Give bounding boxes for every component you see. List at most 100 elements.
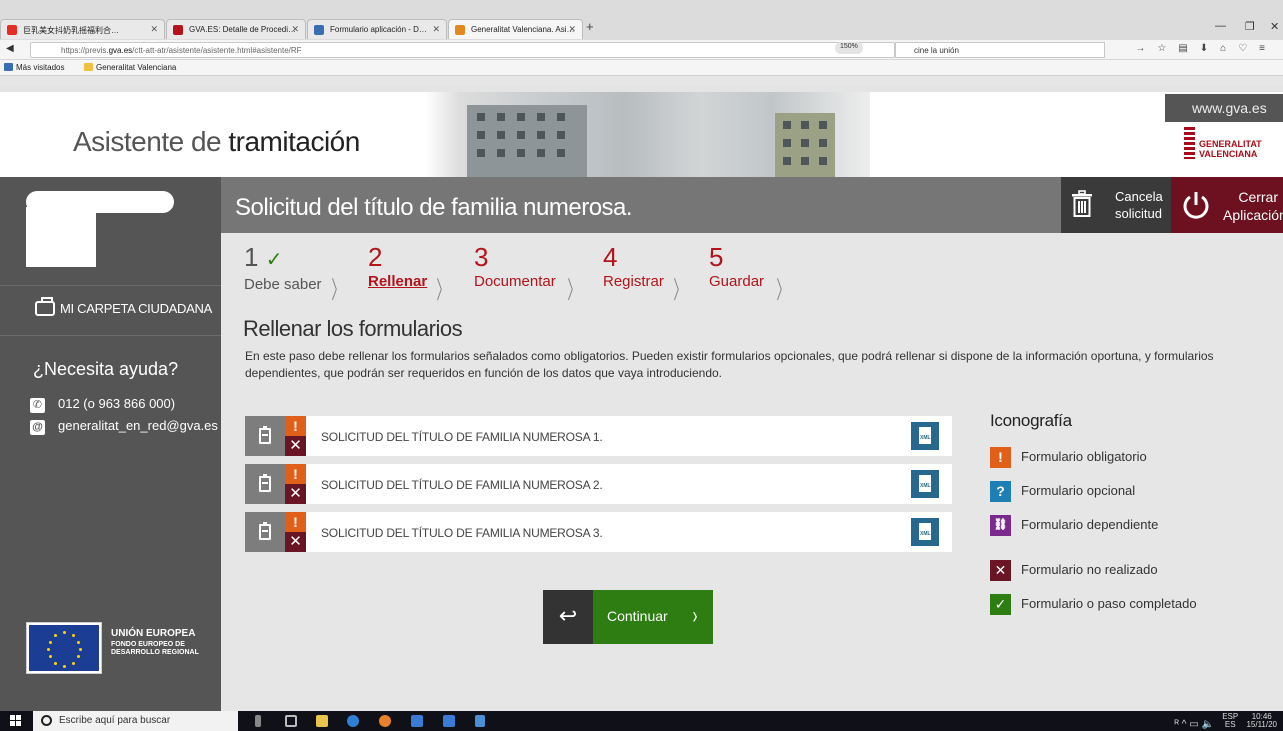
phone-contact[interactable]: ✆ 012 (o 963 866 000) [30, 396, 175, 413]
cancel-line1: Cancela [1115, 189, 1163, 204]
maximize-button[interactable]: ❐ [1245, 20, 1255, 33]
search-input[interactable]: cine la unión [895, 42, 1105, 58]
x-icon: ✕ [990, 560, 1011, 581]
xml-file-icon: XML [919, 475, 931, 492]
cortana-icon [41, 715, 52, 726]
building-shape [467, 105, 587, 177]
bookmark-generalitat[interactable]: Generalitat Valenciana [84, 63, 176, 72]
step-number: 1 ✓ [244, 243, 322, 274]
step-1[interactable]: 1 ✓ Debe saber [244, 243, 322, 293]
clipboard-icon[interactable] [245, 464, 285, 504]
page-title: Solicitud del título de familia numerosa… [235, 194, 633, 221]
task-view-icon[interactable] [285, 715, 297, 727]
step-label: Guardar [709, 273, 765, 290]
firefox-icon[interactable] [379, 715, 391, 727]
form-name[interactable]: SOLICITUD DEL TÍTULO DE FAMILIA NUMEROSA… [321, 478, 603, 492]
close-icon[interactable]: ✕ [432, 24, 440, 35]
trash-icon [1072, 190, 1092, 217]
step-number: 4 [603, 242, 618, 272]
microphone-icon[interactable] [255, 715, 261, 727]
zoom-indicator[interactable]: 150% [835, 42, 863, 54]
chevron-right-icon: 〉 [776, 277, 790, 304]
tab-label: GVA.ES: Detalle de Procedi… [189, 25, 297, 34]
eu-flag-field [29, 625, 99, 671]
app-icon[interactable] [443, 715, 455, 727]
tab-label: 巨乳美女抖奶乳摇福利合… [23, 26, 119, 35]
close-label: Cerrar Aplicación [1223, 188, 1283, 224]
step-5[interactable]: 5 Guardar [709, 243, 764, 290]
eu-sub2: DESARROLLO REGIONAL [111, 649, 199, 656]
shield-icon [1184, 127, 1195, 159]
browser-tab-3[interactable]: Formulario aplicación - D… ✕ [307, 19, 447, 39]
form-row[interactable]: ! ✕ SOLICITUD DEL TÍTULO DE FAMILIA NUME… [245, 464, 952, 504]
phone-text: 012 (o 963 866 000) [58, 396, 176, 411]
link-icon: ⛓ [990, 515, 1011, 536]
gva-link[interactable]: www.gva.es [1165, 94, 1283, 122]
continue-label: Continuar [607, 608, 668, 624]
taskbar-search-input[interactable]: Escribe aquí para buscar [33, 711, 238, 731]
step-number: 3 [474, 242, 489, 272]
new-tab-button[interactable]: + [586, 19, 594, 34]
xml-download-button[interactable]: XML [911, 518, 939, 546]
step-label: Rellenar [368, 273, 428, 290]
xml-download-button[interactable]: XML [911, 470, 939, 498]
cancel-label: Cancela solicitud [1115, 188, 1163, 222]
generalitat-logo[interactable]: GENERALITAT VALENCIANA [1182, 127, 1272, 167]
email-contact[interactable]: @ generalitat_en_red@gva.es [30, 418, 218, 435]
logo-line2: VALENCIANA [1199, 149, 1258, 159]
browser-tab-1[interactable]: 巨乳美女抖奶乳摇福利合… ✕ [0, 19, 165, 39]
close-icon[interactable]: ✕ [291, 24, 299, 35]
form-row[interactable]: ! ✕ SOLICITUD DEL TÍTULO DE FAMILIA NUME… [245, 416, 952, 456]
x-status-icon: ✕ [285, 532, 306, 552]
mi-carpeta-link[interactable]: MI CARPETA CIUDADANA [35, 297, 212, 316]
browser-tab-2[interactable]: GVA.ES: Detalle de Procedi… ✕ [166, 19, 306, 39]
url-path: /ctt-att-atr/asistente/asistente.html#as… [132, 46, 302, 55]
eu-flag-icon [26, 622, 102, 674]
bookmark-label: Generalitat Valenciana [96, 63, 177, 72]
logo-text: GENERALITAT VALENCIANA [1199, 139, 1262, 159]
system-tray[interactable]: ᴿ ^ ▭ 🔈 ESP ES 10:46 15/11/20 [1175, 713, 1277, 730]
eu-title: UNIÓN EUROPEA [111, 628, 196, 639]
url-field[interactable]: https://previs.gva.es/ctt-att-atr/asiste… [30, 42, 895, 58]
redacted-user-avatar [26, 207, 96, 267]
form-name[interactable]: SOLICITUD DEL TÍTULO DE FAMILIA NUMEROSA… [321, 430, 603, 444]
windows-start-icon[interactable] [10, 715, 22, 727]
form-name[interactable]: SOLICITUD DEL TÍTULO DE FAMILIA NUMEROSA… [321, 526, 603, 540]
xml-label: XML [920, 435, 931, 441]
toolbar-icons[interactable]: →☆▤⬇⌂♡≡ [1135, 43, 1277, 54]
lang-line2: ES [1224, 720, 1236, 729]
check-icon: ✓ [990, 594, 1011, 615]
step-2[interactable]: 2 Rellenar [368, 243, 427, 290]
close-icon[interactable]: ✕ [568, 24, 576, 35]
close-window-button[interactable]: ✕ [1270, 20, 1279, 33]
document-icon[interactable] [475, 715, 485, 727]
xml-download-button[interactable]: XML [911, 422, 939, 450]
cancel-request-button[interactable]: Cancela solicitud [1061, 177, 1171, 233]
close-app-button[interactable]: Cerrar Aplicación [1171, 177, 1283, 233]
step-number: 2 [368, 242, 383, 272]
pen-favicon-icon [455, 25, 465, 35]
clipboard-icon[interactable] [245, 416, 285, 456]
file-explorer-icon[interactable] [316, 715, 328, 727]
step-3[interactable]: 3 Documentar [474, 243, 556, 290]
form-row[interactable]: ! ✕ SOLICITUD DEL TÍTULO DE FAMILIA NUME… [245, 512, 952, 552]
tab-label: Formulario aplicación - D… [330, 25, 427, 34]
x-status-icon: ✕ [285, 484, 306, 504]
continue-button[interactable]: Continuar › [593, 590, 713, 644]
minimize-button[interactable]: — [1215, 20, 1226, 32]
back-arrow-button[interactable]: ↩ [543, 590, 593, 644]
header-building-photo [425, 92, 870, 177]
logo-line1: GENERALITAT [1199, 139, 1262, 149]
clipboard-icon[interactable] [245, 512, 285, 552]
browser-tab-4[interactable]: Generalitat Valenciana. Asi… ✕ [448, 19, 583, 39]
bookmark-mas-visitados[interactable]: Más visitados [4, 63, 64, 72]
xml-label: XML [920, 531, 931, 537]
app-title-bold: tramitación [228, 126, 360, 157]
close-icon[interactable]: ✕ [150, 24, 158, 35]
app-icon[interactable] [411, 715, 423, 727]
back-button[interactable]: ◀ [6, 43, 14, 54]
edge-icon[interactable] [347, 715, 359, 727]
xml-file-icon: XML [919, 523, 931, 540]
step-4[interactable]: 4 Registrar [603, 243, 664, 290]
exclamation-icon: ! [285, 464, 306, 484]
